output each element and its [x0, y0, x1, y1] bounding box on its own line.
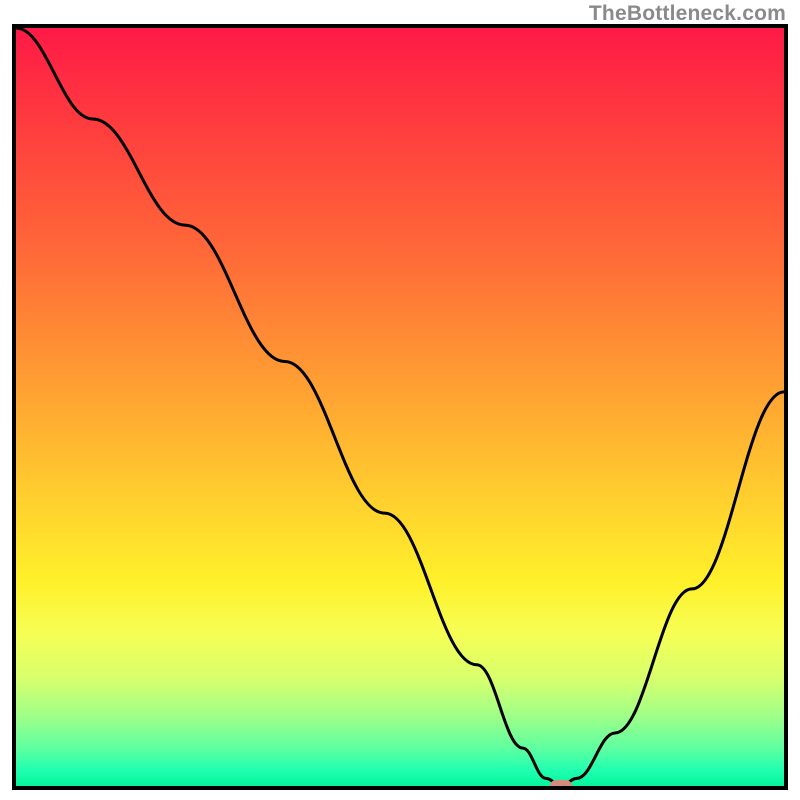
minimum-marker: [550, 780, 572, 790]
chart-frame: [12, 24, 788, 790]
bottleneck-curve: [16, 28, 784, 786]
curve-path: [16, 28, 784, 786]
watermark-text: TheBottleneck.com: [589, 2, 786, 26]
